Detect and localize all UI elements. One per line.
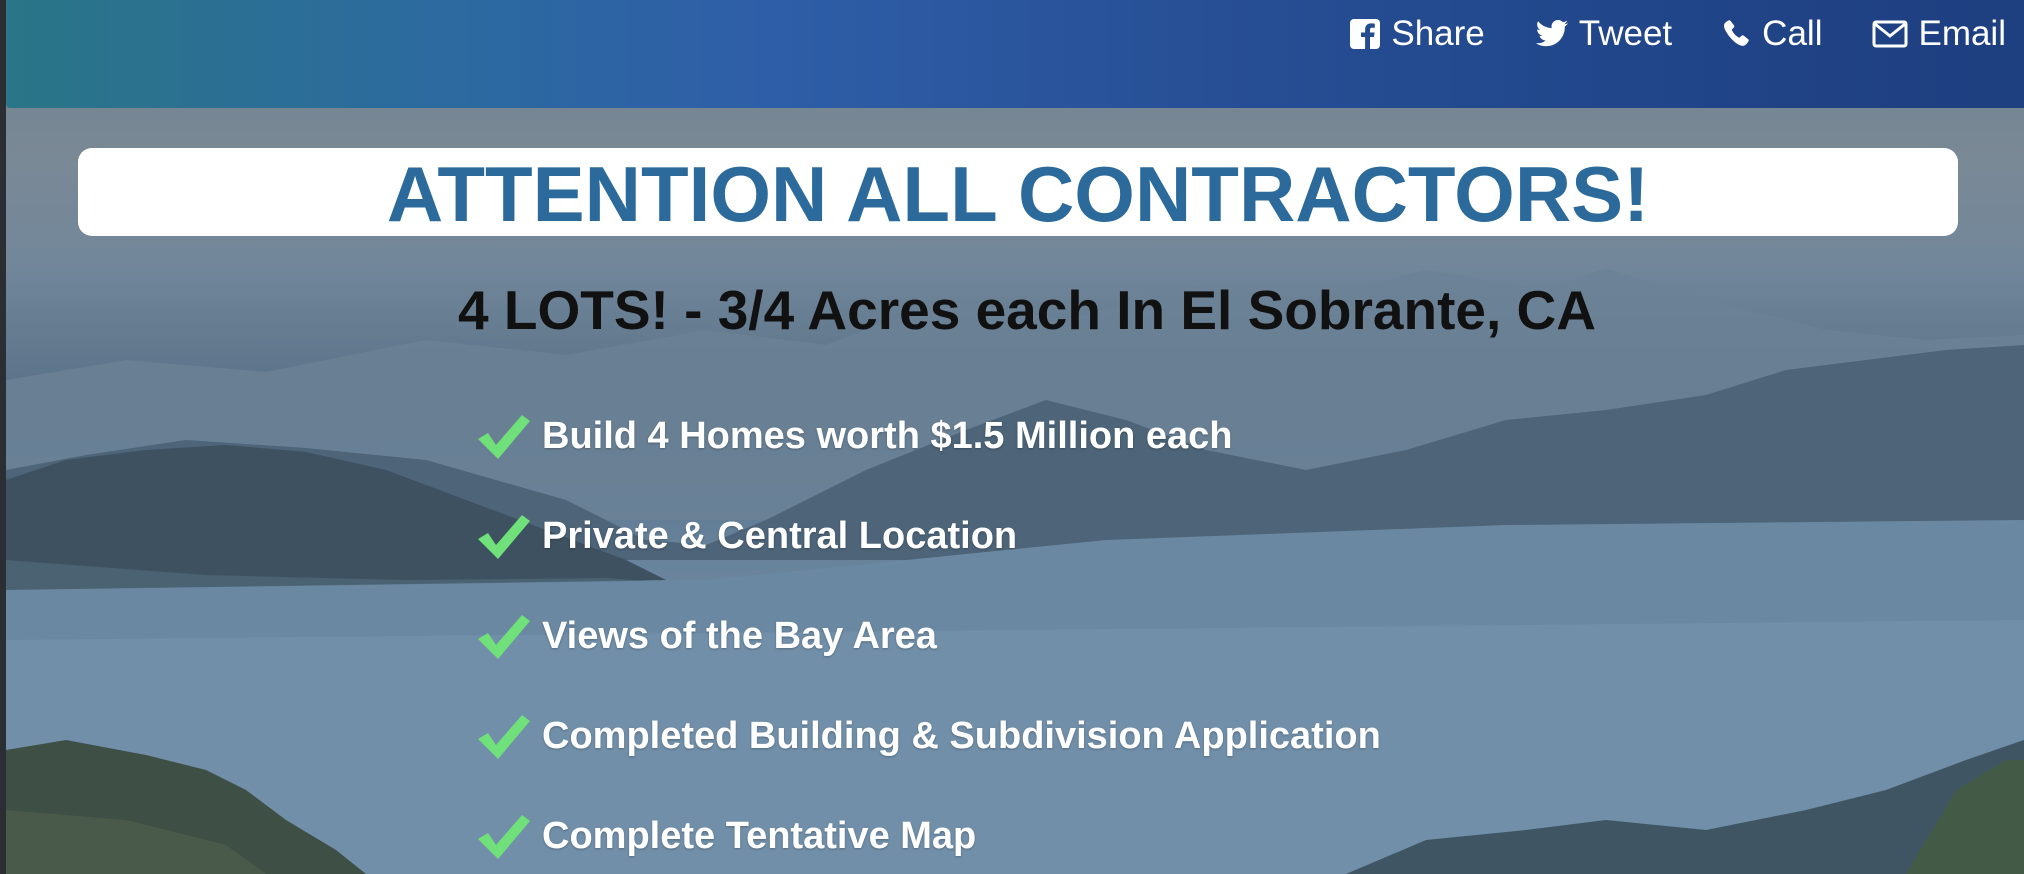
social-share-bar: Share Tweet Call Email [1349, 0, 2006, 68]
list-item: Complete Tentative Map [474, 786, 1381, 874]
top-bar: Share Tweet Call Email [6, 0, 2024, 108]
list-item: Views of the Bay Area [474, 586, 1381, 686]
headline-card: ATTENTION ALL CONTRACTORS! [78, 148, 1958, 236]
checkmark-icon [478, 515, 530, 559]
feature-list: Build 4 Homes worth $1.5 Million each Pr… [474, 386, 1381, 874]
checkmark-icon [478, 715, 530, 759]
share-label: Share [1391, 14, 1485, 53]
list-item: Build 4 Homes worth $1.5 Million each [474, 386, 1381, 486]
list-item: Completed Building & Subdivision Applica… [474, 686, 1381, 786]
checkmark-icon [478, 415, 530, 459]
feature-text: Private & Central Location [542, 514, 1018, 557]
list-item: Private & Central Location [474, 486, 1381, 586]
phone-icon [1722, 19, 1752, 49]
tweet-label: Tweet [1578, 14, 1673, 53]
call-label: Call [1762, 14, 1823, 53]
feature-text: Views of the Bay Area [542, 614, 937, 657]
feature-text: Build 4 Homes worth $1.5 Million each [542, 414, 1233, 457]
tweet-button[interactable]: Tweet [1535, 14, 1672, 54]
facebook-icon [1349, 18, 1381, 50]
page-title: ATTENTION ALL CONTRACTORS! [386, 150, 1650, 238]
envelope-icon [1872, 20, 1908, 48]
share-button[interactable]: Share [1349, 14, 1485, 54]
email-label: Email [1918, 14, 2006, 53]
checkmark-icon [478, 615, 530, 659]
feature-text: Complete Tentative Map [542, 814, 977, 857]
subheadline: 4 LOTS! - 3/4 Acres each In El Sobrante,… [457, 279, 1596, 341]
checkmark-icon [478, 815, 530, 859]
page: Share Tweet Call Email ATTENTION ALL CON… [6, 0, 2024, 874]
call-button[interactable]: Call [1722, 14, 1822, 54]
email-button[interactable]: Email [1872, 14, 2006, 54]
feature-text: Completed Building & Subdivision Applica… [542, 714, 1381, 757]
twitter-icon [1535, 19, 1569, 49]
